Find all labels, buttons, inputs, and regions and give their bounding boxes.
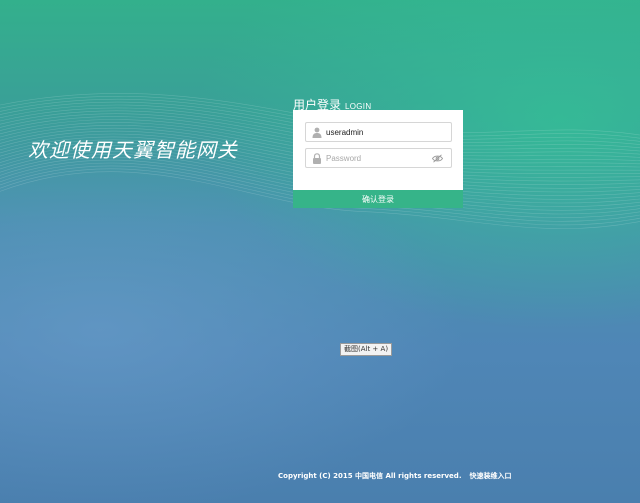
user-icon (312, 127, 322, 138)
username-input[interactable] (326, 124, 432, 140)
lock-icon (313, 153, 321, 164)
login-submit-button[interactable]: 确认登录 (293, 190, 463, 208)
copyright-text: Copyright (C) 2015 中国电信 All rights reser… (278, 472, 462, 480)
background-wave-lines (0, 93, 640, 229)
quick-install-link[interactable]: 快速装维入口 (469, 472, 511, 480)
username-field[interactable] (305, 122, 452, 142)
screenshot-tooltip: 截图(Alt + A) (340, 343, 393, 356)
eye-hidden-icon[interactable] (432, 154, 443, 163)
welcome-heading: 欢迎使用天翼智能网关 (28, 138, 238, 162)
login-card (293, 110, 463, 190)
password-input[interactable] (326, 150, 432, 166)
password-field[interactable] (305, 148, 452, 168)
footer: Copyright (C) 2015 中国电信 All rights reser… (278, 471, 511, 481)
